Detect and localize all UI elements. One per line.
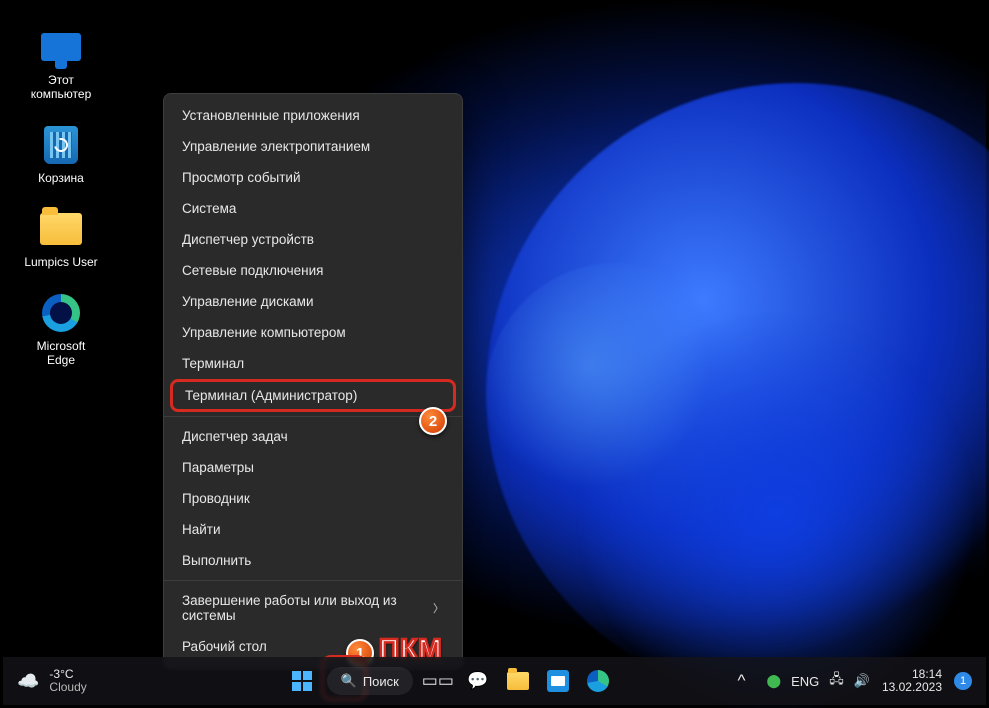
- taskbar: ☁️ -3°C Cloudy 🔍 Поиск ▭▭ 💬 ^ ⬤: [3, 657, 986, 705]
- desktop-icon-recycle-bin[interactable]: Корзина: [21, 123, 101, 185]
- menu-item-label: Терминал (Администратор): [185, 388, 357, 403]
- menu-item-label: Управление электропитанием: [182, 139, 370, 154]
- menu-item-11[interactable]: Параметры: [164, 452, 462, 483]
- folder-icon: [40, 213, 82, 245]
- menu-item-13[interactable]: Найти: [164, 514, 462, 545]
- tray-app-icon[interactable]: ⬤: [767, 673, 782, 689]
- taskbar-chat[interactable]: 💬: [463, 666, 493, 696]
- menu-item-label: Просмотр событий: [182, 170, 301, 185]
- menu-item-label: Управление компьютером: [182, 325, 346, 340]
- desktop-icon-label: Этот компьютер: [31, 73, 92, 101]
- desktop-icons: Этот компьютер Корзина Lumpics User Micr…: [21, 25, 101, 367]
- menu-item-label: Диспетчер задач: [182, 429, 288, 444]
- search-icon: 🔍: [341, 673, 357, 689]
- taskbar-task-view[interactable]: ▭▭: [423, 666, 453, 696]
- taskbar-center: 🔍 Поиск ▭▭ 💬: [173, 666, 727, 696]
- start-button[interactable]: [287, 666, 317, 696]
- menu-item-7[interactable]: Управление компьютером: [164, 317, 462, 348]
- taskbar-edge[interactable]: [583, 666, 613, 696]
- taskbar-clock[interactable]: 18:14 13.02.2023: [882, 668, 942, 694]
- tray-network-icon[interactable]: 🖧: [829, 670, 844, 692]
- menu-item-label: Система: [182, 201, 236, 216]
- weather-desc: Cloudy: [49, 681, 86, 694]
- clock-date: 13.02.2023: [882, 681, 942, 694]
- monitor-icon: [41, 33, 81, 61]
- menu-item-4[interactable]: Диспетчер устройств: [164, 224, 462, 255]
- menu-item-6[interactable]: Управление дисками: [164, 286, 462, 317]
- chevron-right-icon: 〉: [433, 600, 444, 616]
- menu-item-1[interactable]: Управление электропитанием: [164, 131, 462, 162]
- menu-item-label: Диспетчер устройств: [182, 232, 314, 247]
- menu-item-label: Установленные приложения: [182, 108, 360, 123]
- menu-item-label: Сетевые подключения: [182, 263, 324, 278]
- taskbar-tray: ^ ⬤ ENG 🖧 🔊 18:14 13.02.2023 1: [727, 666, 986, 696]
- menu-item-5[interactable]: Сетевые подключения: [164, 255, 462, 286]
- tray-chevron[interactable]: ^: [727, 666, 757, 696]
- windows-logo-icon: [292, 671, 312, 691]
- menu-item-label: Завершение работы или выход из системы: [182, 593, 433, 623]
- desktop-icon-label: Microsoft Edge: [37, 339, 86, 367]
- menu-item-12[interactable]: Проводник: [164, 483, 462, 514]
- tray-language[interactable]: ENG: [791, 674, 819, 689]
- taskbar-explorer[interactable]: [503, 666, 533, 696]
- menu-separator: [164, 416, 462, 417]
- annotation-badge-2: 2: [419, 407, 447, 435]
- menu-item-8[interactable]: Терминал: [164, 348, 462, 379]
- menu-item-2[interactable]: Просмотр событий: [164, 162, 462, 193]
- taskview-icon: ▭▭: [422, 671, 454, 691]
- search-label: Поиск: [363, 674, 399, 689]
- desktop-icon-label: Корзина: [38, 171, 84, 185]
- winx-context-menu: Установленные приложения Управление элект…: [163, 93, 463, 669]
- notification-badge[interactable]: 1: [954, 672, 972, 690]
- taskbar-store[interactable]: [543, 666, 573, 696]
- edge-icon: [587, 670, 609, 692]
- menu-separator: [164, 580, 462, 581]
- tray-volume-icon[interactable]: 🔊: [854, 673, 870, 689]
- taskbar-search[interactable]: 🔍 Поиск: [327, 667, 413, 695]
- menu-item-9[interactable]: Терминал (Администратор): [170, 379, 456, 412]
- menu-item-label: Проводник: [182, 491, 250, 506]
- taskbar-weather-widget[interactable]: ☁️ -3°C Cloudy: [3, 668, 173, 694]
- menu-item-0[interactable]: Установленные приложения: [164, 100, 462, 131]
- desktop-icon-label: Lumpics User: [24, 255, 97, 269]
- desktop-icon-edge[interactable]: Microsoft Edge: [21, 291, 101, 367]
- menu-item-label: Найти: [182, 522, 221, 537]
- menu-item-3[interactable]: Система: [164, 193, 462, 224]
- menu-item-label: Выполнить: [182, 553, 251, 568]
- folder-icon: [507, 672, 529, 690]
- desktop-icon-user-folder[interactable]: Lumpics User: [21, 207, 101, 269]
- menu-item-14[interactable]: Выполнить: [164, 545, 462, 576]
- menu-item-10[interactable]: Диспетчер задач: [164, 421, 462, 452]
- edge-icon: [42, 294, 80, 332]
- desktop-icon-this-pc[interactable]: Этот компьютер: [21, 25, 101, 101]
- menu-item-label: Управление дисками: [182, 294, 314, 309]
- menu-item-label: Терминал: [182, 356, 244, 371]
- chat-icon: 💬: [467, 671, 488, 691]
- desktop-wallpaper: [3, 3, 986, 705]
- recycle-bin-icon: [44, 126, 78, 164]
- menu-item-label: Рабочий стол: [182, 639, 267, 654]
- menu-item-label: Параметры: [182, 460, 254, 475]
- store-icon: [547, 670, 569, 692]
- weather-icon: ☁️: [17, 671, 39, 692]
- menu-item-15[interactable]: Завершение работы или выход из системы〉: [164, 585, 462, 631]
